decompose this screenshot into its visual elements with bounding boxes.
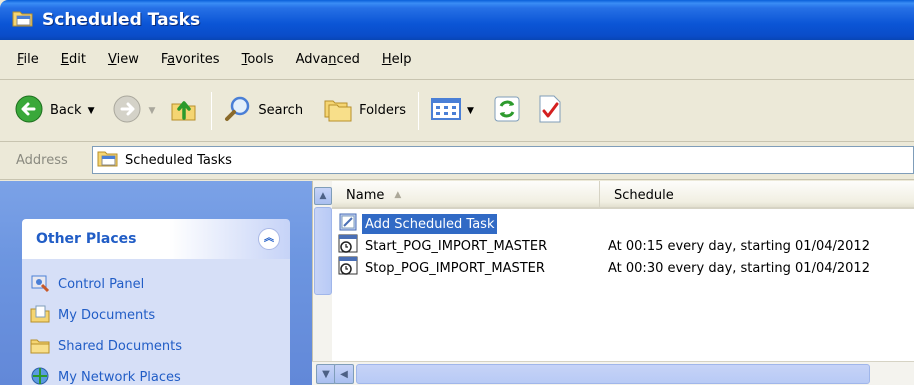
task-list: Name ▲ Schedule Add Scheduled Task Start…: [332, 181, 914, 361]
task-pane: Other Places ︽ Control Panel My Document…: [0, 181, 312, 385]
scroll-down-icon[interactable]: ▼: [316, 364, 336, 384]
folders-button[interactable]: Folders: [319, 91, 410, 131]
forward-button[interactable]: ▼: [108, 91, 159, 131]
views-button[interactable]: ▼: [427, 91, 478, 131]
scheduled-task-icon: [338, 234, 358, 258]
refresh-icon: [494, 96, 520, 126]
forward-dropdown-icon[interactable]: ▼: [148, 106, 155, 116]
views-dropdown-icon[interactable]: ▼: [467, 106, 474, 116]
column-header-bar: Name ▲ Schedule: [332, 181, 914, 209]
up-folder-button[interactable]: [165, 91, 203, 131]
place-link-shared-documents[interactable]: Shared Documents: [22, 331, 290, 362]
list-item-add-scheduled-task[interactable]: Add Scheduled Task: [332, 213, 914, 235]
collapse-chevron-icon[interactable]: ︽: [258, 228, 280, 250]
scroll-thumb[interactable]: [314, 207, 332, 295]
scheduled-tasks-folder-icon: [97, 148, 119, 172]
back-label: Back: [50, 103, 82, 118]
my-documents-icon: [30, 304, 50, 328]
task-check-icon: [538, 94, 562, 128]
back-button[interactable]: Back ▼: [10, 91, 98, 131]
scroll-left-icon[interactable]: ◀: [334, 364, 354, 384]
list-item-stop-task[interactable]: Stop_POG_IMPORT_MASTER At 00:30 every da…: [332, 256, 914, 280]
place-link-my-documents[interactable]: My Documents: [22, 300, 290, 331]
network-places-icon: [30, 366, 50, 385]
toolbar-separator: [211, 91, 213, 130]
menu-bar: File Edit View Favorites Tools Advanced …: [0, 40, 914, 80]
vertical-scrollbar[interactable]: ▲ ▼: [312, 181, 332, 385]
menu-view[interactable]: View: [97, 52, 150, 67]
other-places-header[interactable]: Other Places ︽: [22, 219, 290, 259]
toolbar: Back ▼ ▼ Search Folders ▼: [0, 80, 914, 142]
menu-help[interactable]: Help: [371, 52, 423, 67]
menu-advanced[interactable]: Advanced: [285, 52, 371, 67]
refresh-button[interactable]: [490, 91, 524, 131]
place-link-control-panel[interactable]: Control Panel: [22, 269, 290, 300]
horizontal-scrollbar[interactable]: ▼ ◀: [312, 361, 914, 385]
other-places-list: Control Panel My Documents Shared Docume…: [22, 259, 290, 385]
column-header-schedule[interactable]: Schedule: [600, 181, 914, 209]
views-icon: [431, 97, 462, 125]
horizontal-scroll-thumb[interactable]: [356, 364, 870, 384]
task-check-button[interactable]: [534, 91, 566, 131]
forward-arrow-icon: [112, 94, 142, 128]
scheduled-task-icon: [338, 256, 358, 280]
address-bar: Address Scheduled Tasks: [0, 142, 914, 180]
menu-file[interactable]: File: [6, 52, 50, 67]
toolbar-separator: [418, 91, 420, 130]
back-dropdown-icon[interactable]: ▼: [88, 106, 95, 116]
window-title: Scheduled Tasks: [42, 10, 201, 30]
address-field[interactable]: Scheduled Tasks: [92, 146, 914, 174]
list-item-start-task[interactable]: Start_POG_IMPORT_MASTER At 00:15 every d…: [332, 234, 914, 258]
title-bar[interactable]: Scheduled Tasks: [0, 0, 914, 40]
folders-icon: [323, 95, 353, 127]
folder-icon: [30, 335, 50, 359]
other-places-title: Other Places: [36, 231, 137, 247]
menu-favorites[interactable]: Favorites: [150, 52, 231, 67]
address-label: Address: [16, 153, 68, 168]
add-task-icon: [338, 212, 358, 236]
back-arrow-icon: [14, 94, 44, 128]
scheduled-tasks-folder-icon: [12, 8, 34, 32]
control-panel-icon: [30, 273, 50, 297]
column-header-name[interactable]: Name ▲: [332, 181, 600, 209]
menu-tools[interactable]: Tools: [231, 52, 285, 67]
search-icon: [224, 95, 252, 127]
sort-ascending-icon: ▲: [394, 190, 402, 200]
menu-edit[interactable]: Edit: [50, 52, 97, 67]
address-value: Scheduled Tasks: [125, 152, 232, 168]
scroll-up-icon[interactable]: ▲: [314, 187, 332, 205]
search-label: Search: [258, 103, 304, 118]
place-link-my-network-places[interactable]: My Network Places: [22, 362, 290, 385]
up-folder-icon: [169, 94, 199, 128]
folders-label: Folders: [359, 103, 407, 118]
search-button[interactable]: Search: [220, 91, 307, 131]
